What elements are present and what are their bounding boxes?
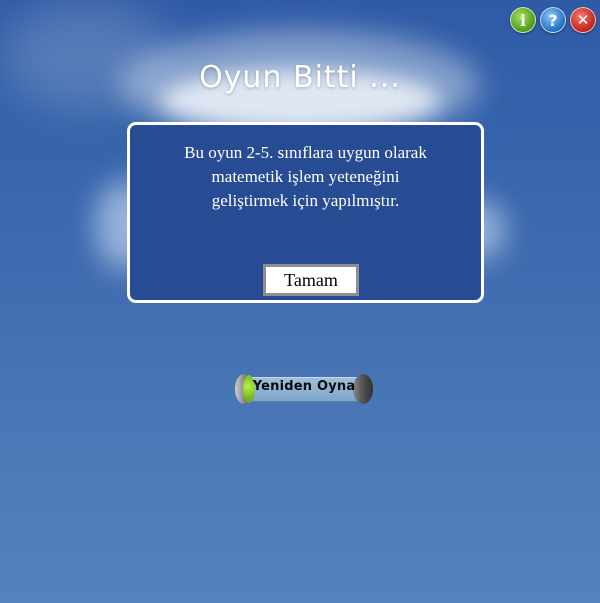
info-dialog: Bu oyun 2-5. sınıflara uygun olarak mate… [127,122,484,303]
replay-button[interactable]: Yeniden Oyna [235,374,373,404]
game-over-title: Oyun Bitti ... [199,60,401,95]
ok-button[interactable]: Tamam [263,264,359,296]
replay-button-label: Yeniden Oyna [252,379,356,394]
help-icon[interactable]: ? [540,7,566,33]
dialog-message-line: Bu oyun 2-5. sınıflara uygun olarak [184,143,427,162]
info-icon[interactable]: i [510,7,536,33]
dialog-message-line: matemetik işlem yeteneğini [211,167,400,186]
dialog-message: Bu oyun 2-5. sınıflara uygun olarak mate… [130,141,481,213]
top-toolbar: i ? ✕ [510,7,596,33]
dialog-message-line: geliştirmek için yapılmıştır. [211,191,400,210]
close-icon[interactable]: ✕ [570,7,596,33]
